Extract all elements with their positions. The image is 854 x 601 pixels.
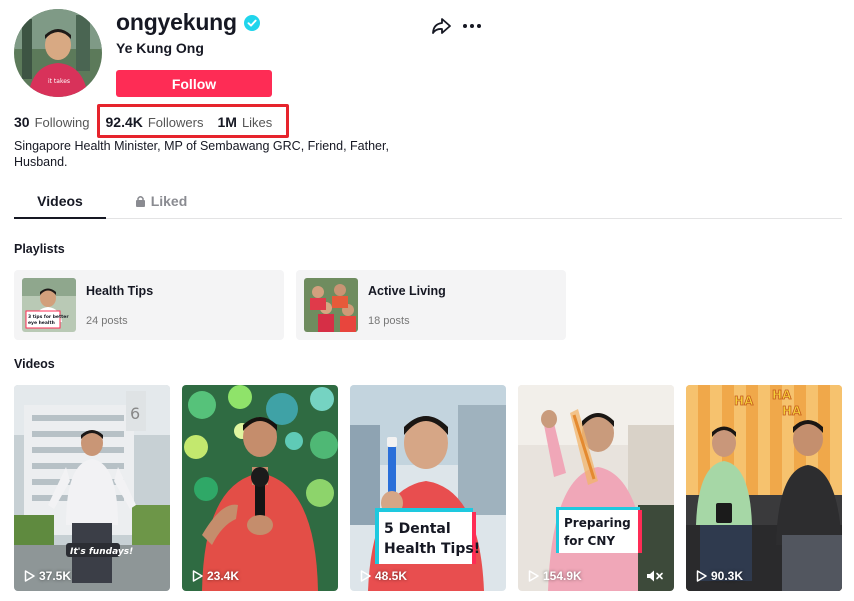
tab-liked-label: Liked (150, 193, 188, 209)
follow-button[interactable]: Follow (116, 70, 272, 97)
video-thumbnail (182, 385, 338, 591)
view-count: 37.5K (39, 569, 72, 583)
mute-icon[interactable] (646, 569, 664, 583)
svg-text:for CNY: for CNY (564, 534, 615, 548)
tab-videos-label: Videos (37, 193, 83, 209)
view-count: 154.9K (543, 569, 582, 583)
video-card[interactable]: 23.4K (182, 385, 338, 591)
playlist-title: Active Living (368, 284, 446, 298)
following-label: Following (34, 115, 90, 130)
svg-text:eye health: eye health (28, 320, 55, 326)
videos-heading: Videos (14, 357, 55, 371)
video-overlay-text: It's fundays! (70, 547, 133, 557)
share-icon[interactable] (430, 15, 452, 37)
svg-text:it takes: it takes (48, 78, 70, 85)
play-icon (360, 570, 371, 582)
svg-text:Health Tips!: Health Tips! (384, 541, 480, 557)
video-views: 90.3K (696, 569, 743, 583)
following-count: 30 (14, 114, 30, 130)
playlist-thumbnail: 3 tips for better eye health (22, 278, 76, 332)
tab-videos[interactable]: Videos (14, 186, 106, 219)
video-thumbnail: Preparing for CNY (518, 385, 674, 591)
video-views: 37.5K (24, 569, 71, 583)
playlist-title: Health Tips (86, 284, 154, 298)
more-icon[interactable] (461, 15, 483, 37)
playlist-card-active-living[interactable]: Active Living 18 posts (296, 270, 566, 340)
playlist-card-health-tips[interactable]: 3 tips for better eye health Health Tips… (14, 270, 284, 340)
highlight-annotation-box (97, 104, 289, 138)
play-icon (696, 570, 707, 582)
video-views: 48.5K (360, 569, 407, 583)
nickname: Ye Kung Ong (116, 40, 204, 56)
play-icon (192, 570, 203, 582)
verified-icon (243, 14, 260, 31)
video-views: 154.9K (528, 569, 582, 583)
video-card[interactable]: Preparing for CNY 154.9K (518, 385, 674, 591)
video-card[interactable]: 5 Dental Health Tips! 48.5K (350, 385, 506, 591)
play-icon (24, 570, 35, 582)
playlist-count: 24 posts (86, 315, 128, 327)
svg-text:6: 6 (130, 404, 140, 423)
playlist-count: 18 posts (368, 315, 410, 327)
video-thumbnail: 6 It's fundays! (14, 385, 170, 591)
video-thumbnail: 5 Dental Health Tips! (350, 385, 506, 591)
video-thumbnail: HA HA HA (686, 385, 842, 591)
video-card[interactable]: 6 It's fundays! 37.5K (14, 385, 170, 591)
tab-liked[interactable]: Liked (126, 186, 196, 219)
lock-icon (135, 196, 145, 207)
svg-text:Preparing: Preparing (564, 516, 631, 530)
avatar[interactable]: it takes (14, 9, 102, 97)
profile-bio: Singapore Health Minister, MP of Sembawa… (14, 139, 389, 169)
svg-text:5 Dental: 5 Dental (384, 521, 451, 537)
following-stat[interactable]: 30 Following (14, 114, 90, 130)
play-icon (528, 570, 539, 582)
svg-text:3 tips for better: 3 tips for better (28, 314, 69, 320)
view-count: 48.5K (375, 569, 408, 583)
profile-tabs: Videos Liked (14, 186, 842, 219)
video-card[interactable]: HA HA HA 90.3K (686, 385, 842, 591)
video-views: 23.4K (192, 569, 239, 583)
svg-text:HA: HA (782, 404, 802, 418)
username: ongyekung (116, 9, 260, 36)
view-count: 23.4K (207, 569, 240, 583)
svg-text:HA: HA (772, 388, 792, 402)
svg-text:HA: HA (734, 394, 754, 408)
view-count: 90.3K (711, 569, 744, 583)
playlist-thumbnail (304, 278, 358, 332)
username-text: ongyekung (116, 9, 237, 35)
playlists-heading: Playlists (14, 242, 65, 256)
